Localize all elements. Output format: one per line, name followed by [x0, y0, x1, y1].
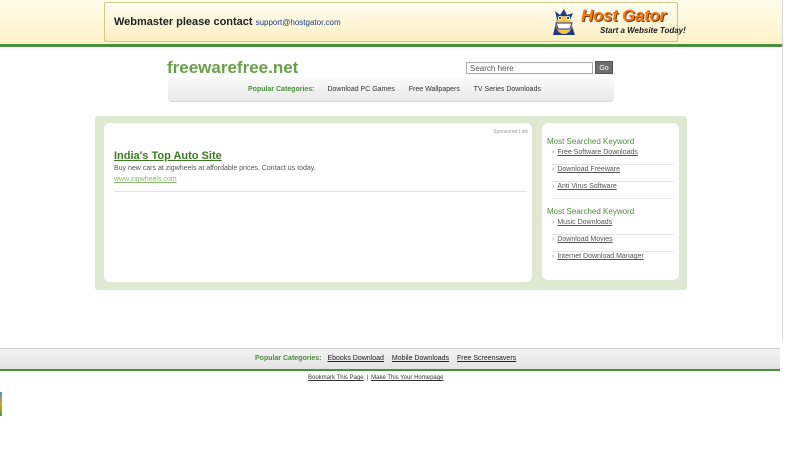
hosting-banner[interactable]: Webmaster please contact support@hostgato…: [104, 2, 686, 42]
category-link-pc-games[interactable]: Download PC Games: [327, 86, 394, 93]
ad-title-link[interactable]: India's Top Auto Site: [114, 150, 222, 162]
sidebar-heading: Most Searched Keyword: [547, 137, 635, 146]
go-button[interactable]: Go: [595, 61, 613, 74]
footer-link-screensavers[interactable]: Free Screensavers: [457, 355, 516, 362]
keyword-link[interactable]: Download Freeware: [557, 166, 620, 173]
footer-link-mobile[interactable]: Mobile Downloads: [392, 355, 449, 362]
category-link-tv-series[interactable]: TV Series Downloads: [474, 86, 541, 93]
sidebar-heading: Most Searched Keyword: [547, 207, 635, 216]
footer-divider: [0, 369, 780, 371]
ad-description: Buy new cars at zigwheels at affordable …: [114, 165, 316, 172]
list-item[interactable]: › Download Movies: [552, 236, 673, 252]
list-item[interactable]: › Download Freeware: [552, 166, 673, 182]
footer-categories-label: Popular Categories:: [255, 355, 322, 362]
categories-bar: Popular Categories: Download PC Games Fr…: [168, 78, 614, 102]
footer-separator: |: [366, 375, 369, 381]
keyword-link[interactable]: Anti Virus Software: [557, 183, 616, 190]
hostgator-gator-icon: [553, 9, 575, 35]
list-item[interactable]: › Music Downloads: [552, 219, 673, 235]
keyword-sidebar: Most Searched Keyword › Free Software Dow…: [542, 123, 679, 280]
edge-marker: [0, 392, 2, 416]
keyword-link[interactable]: Download Movies: [557, 236, 612, 243]
footer-link-ebooks[interactable]: Ebooks Download: [327, 355, 383, 362]
hostgator-logo-tagline: Start a Website Today!: [600, 26, 686, 35]
page-edge: [782, 0, 783, 340]
keyword-link[interactable]: Internet Download Manager: [557, 253, 643, 260]
sponsored-label: Sponsored Link: [493, 129, 528, 135]
sponsored-ad-box: Sponsored Link India's Top Auto Site Buy…: [104, 123, 532, 282]
banner-message: Webmaster please contact support@hostgato…: [114, 16, 341, 28]
categories-label: Popular Categories:: [248, 86, 315, 93]
homepage-link[interactable]: Make This Your Homepage: [371, 375, 443, 381]
bookmark-link[interactable]: Bookmark This Page: [308, 375, 364, 381]
category-link-wallpapers[interactable]: Free Wallpapers: [409, 86, 460, 93]
banner-text: Webmaster please contact: [114, 16, 253, 28]
site-title[interactable]: freewarefree.net: [167, 58, 298, 78]
search-input[interactable]: [466, 62, 593, 74]
list-item[interactable]: › Free Software Downloads: [552, 149, 673, 165]
footer-categories-bar: Popular Categories: Ebooks Download Mobi…: [0, 348, 780, 369]
list-item[interactable]: › Internet Download Manager: [552, 253, 673, 269]
ad-url-link[interactable]: www.zigwheels.com: [114, 176, 177, 183]
footer-links: Bookmark This Page | Make This Your Homepa…: [308, 375, 443, 381]
keyword-link[interactable]: Music Downloads: [557, 219, 612, 226]
banner-divider: [0, 44, 782, 47]
banner-email-link[interactable]: support@hostgator.com: [256, 18, 341, 27]
ad-divider: [114, 191, 527, 192]
list-item[interactable]: › Anti Virus Software: [552, 183, 673, 199]
hostgator-logo-name: Host Gator: [581, 6, 666, 25]
hostgator-logo[interactable]: Host Gator Start a Website Today!: [547, 5, 686, 39]
keyword-link[interactable]: Free Software Downloads: [557, 149, 638, 156]
